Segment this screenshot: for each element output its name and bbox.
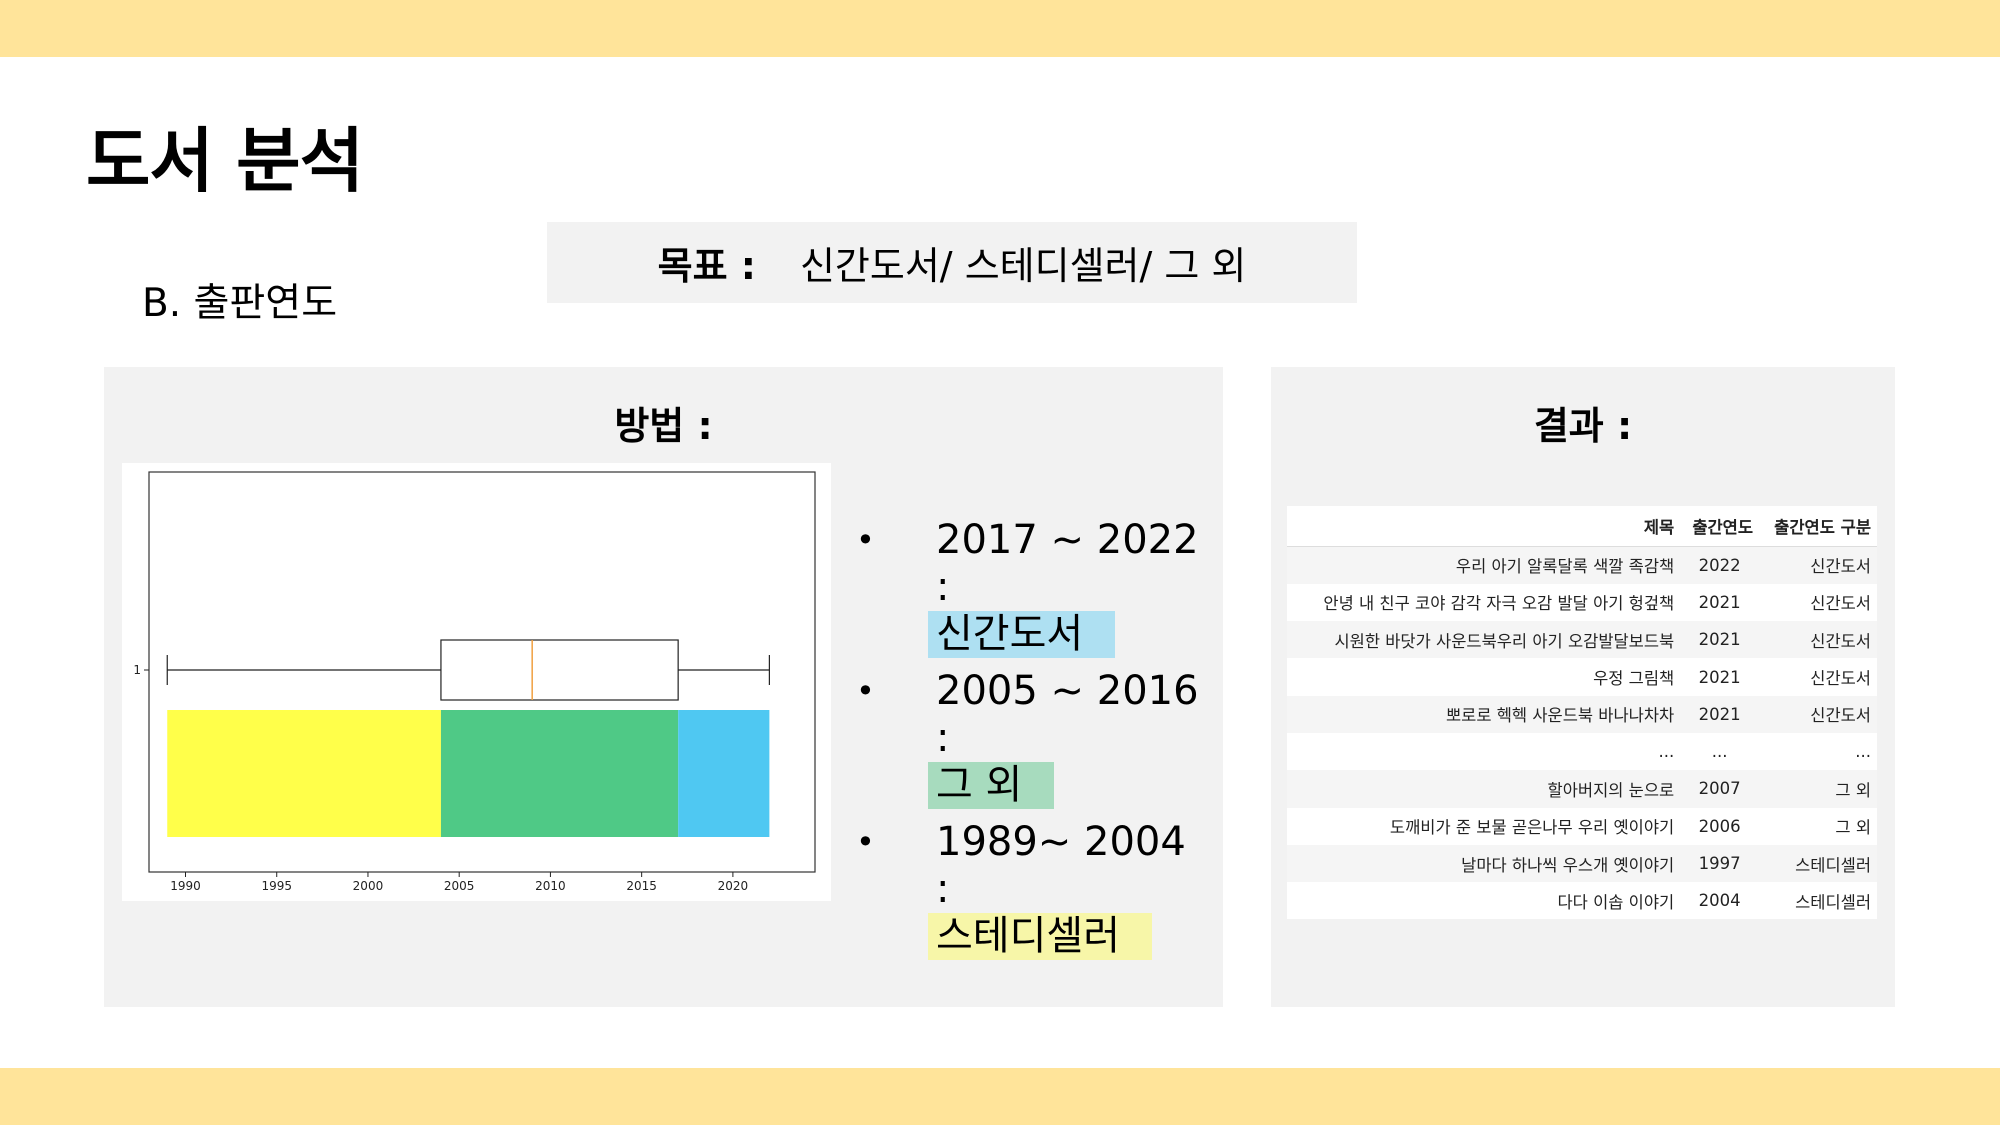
legend-range: 2005 ~ 2016 : [936, 668, 1199, 761]
cell-category: 신간도서 [1759, 695, 1877, 733]
result-title: 결과 : [1533, 404, 1633, 448]
cell-category: 스테디셀러 [1759, 844, 1877, 883]
table-header-row: 제목 출간연도 출간연도 구분 [1287, 506, 1877, 547]
legend-range: 2017 ~ 2022 : [936, 517, 1199, 610]
table-row: 다다 이솝 이야기 2004 스테디셀러 [1287, 882, 1877, 919]
cell-title: 안녕 내 친구 코야 감각 자극 오감 발달 아기 헝겊책 [1323, 594, 1675, 614]
x-tick-label: 2015 [626, 879, 657, 893]
result-table-wrap: 제목 출간연도 출간연도 구분 우리 아기 알록달록 색깔 족감책 2022 신… [1287, 506, 1877, 920]
result-table: 제목 출간연도 출간연도 구분 우리 아기 알록달록 색깔 족감책 2022 신… [1287, 506, 1877, 919]
col-header-title: 제목 [1287, 506, 1681, 547]
legend-category-other: 그 외 [928, 762, 1055, 809]
method-title: 방법 : [614, 404, 713, 448]
table-row: 안녕 내 친구 코야 감각 자극 오감 발달 아기 헝겊책 2021 신간도서 [1287, 584, 1877, 621]
cell-year: 2006 [1698, 816, 1741, 836]
bullet-icon: • [856, 521, 875, 559]
legend-item: • 2005 ~ 2016 : 그 외 [838, 668, 1208, 809]
cell-title: 뽀로로 헥헥 사운드북 바나나차차 [1287, 695, 1681, 733]
cell-title: 날마다 하나씩 우스개 옛이야기 [1287, 844, 1681, 883]
cell-category: ... [1855, 742, 1871, 762]
goal-label: 목표 : [657, 244, 756, 288]
cell-year: 2022 [1680, 546, 1760, 584]
cell-year: 2021 [1698, 592, 1741, 612]
table-row: 우정 그림책 2021 신간도서 [1287, 658, 1877, 695]
legend-item: • 2017 ~ 2022 : 신간도서 [838, 517, 1208, 658]
cell-category: 신간도서 [1759, 621, 1877, 659]
cell-title: 할아버지의 눈으로 [1287, 770, 1681, 808]
table-row: 할아버지의 눈으로 2007 그 외 [1287, 770, 1877, 808]
cell-category: 신간도서 [1810, 594, 1871, 614]
bullet-icon: • [856, 823, 875, 861]
top-banner [0, 0, 2000, 57]
x-tick-label: 1990 [170, 879, 201, 893]
legend-range: 1989~ 2004 : [936, 819, 1186, 912]
col-header-year: 출간연도 [1680, 506, 1760, 547]
cell-year: 2021 [1698, 667, 1741, 687]
table-row: 뽀로로 헥헥 사운드북 바나나차차 2021 신간도서 [1287, 695, 1877, 733]
cell-year: 1997 [1680, 844, 1760, 883]
method-panel: 방법 : 1990 1995 2000 2005 2010 2015 2020 1 • 201… [104, 367, 1223, 1007]
bullet-icon: • [856, 672, 875, 710]
y-tick-label: 1 [133, 663, 141, 677]
range-band [440, 710, 679, 837]
x-tick-label: 2010 [535, 879, 566, 893]
goal-text: 신간도서/ 스테디셀러/ 그 외 [799, 244, 1247, 288]
cell-year: 2004 [1698, 891, 1741, 911]
legend: • 2017 ~ 2022 : 신간도서 • 2005 ~ 2016 : 그 외… [838, 517, 1208, 970]
table-row-ellipsis: ... ... ... [1287, 733, 1877, 770]
x-tick-label: 2000 [353, 879, 384, 893]
cell-category: 그 외 [1835, 818, 1871, 838]
range-band [167, 710, 441, 837]
section-subtitle: B. 출판연도 [142, 281, 338, 326]
cell-title: 우리 아기 알록달록 색깔 족감책 [1287, 546, 1681, 584]
cell-title: 시원한 바닷가 사운드북우리 아기 오감발달보드북 [1287, 621, 1681, 659]
cell-title: ... [1658, 742, 1675, 762]
goal-box: 목표 : 신간도서/ 스테디셀러/ 그 외 [547, 222, 1357, 303]
cell-title: 우정 그림책 [1593, 669, 1675, 689]
cell-year: 2021 [1680, 695, 1760, 733]
cell-title: 도깨비가 준 보물 곧은나무 우리 옛이야기 [1389, 818, 1675, 838]
cell-category: 스테디셀러 [1795, 892, 1871, 912]
range-band [678, 710, 770, 837]
cell-category: 신간도서 [1810, 669, 1871, 689]
page-title: 도서 분석 [86, 120, 364, 202]
cell-title: 다다 이솝 이야기 [1557, 892, 1675, 912]
boxplot-svg: 1990 1995 2000 2005 2010 2015 2020 1 [133, 471, 816, 893]
bottom-banner [0, 1068, 2000, 1125]
table-row: 우리 아기 알록달록 색깔 족감책 2022 신간도서 [1287, 546, 1877, 584]
table-row: 날마다 하나씩 우스개 옛이야기 1997 스테디셀러 [1287, 844, 1877, 883]
cell-year: ... [1711, 742, 1728, 762]
legend-category-new: 신간도서 [928, 611, 1116, 658]
cell-year: 2007 [1680, 770, 1760, 808]
iqr-box [440, 639, 679, 701]
table-row: 도깨비가 준 보물 곧은나무 우리 옛이야기 2006 그 외 [1287, 808, 1877, 845]
col-header-category: 출간연도 구분 [1759, 506, 1877, 547]
legend-category-steady: 스테디셀러 [928, 913, 1152, 960]
cell-category: 그 외 [1759, 770, 1877, 808]
x-tick-label: 1995 [261, 879, 292, 893]
table-row: 시원한 바닷가 사운드북우리 아기 오감발달보드북 2021 신간도서 [1287, 621, 1877, 659]
legend-item: • 1989~ 2004 : 스테디셀러 [838, 819, 1208, 960]
x-tick-label: 2005 [444, 879, 475, 893]
boxplot-chart: 1990 1995 2000 2005 2010 2015 2020 1 [122, 463, 831, 901]
result-panel: 결과 : 제목 출간연도 출간연도 구분 우리 아기 알록달록 색깔 족감책 2… [1271, 367, 1895, 1007]
cell-year: 2021 [1680, 621, 1760, 659]
x-tick-label: 2020 [718, 879, 749, 893]
cell-category: 신간도서 [1759, 546, 1877, 584]
